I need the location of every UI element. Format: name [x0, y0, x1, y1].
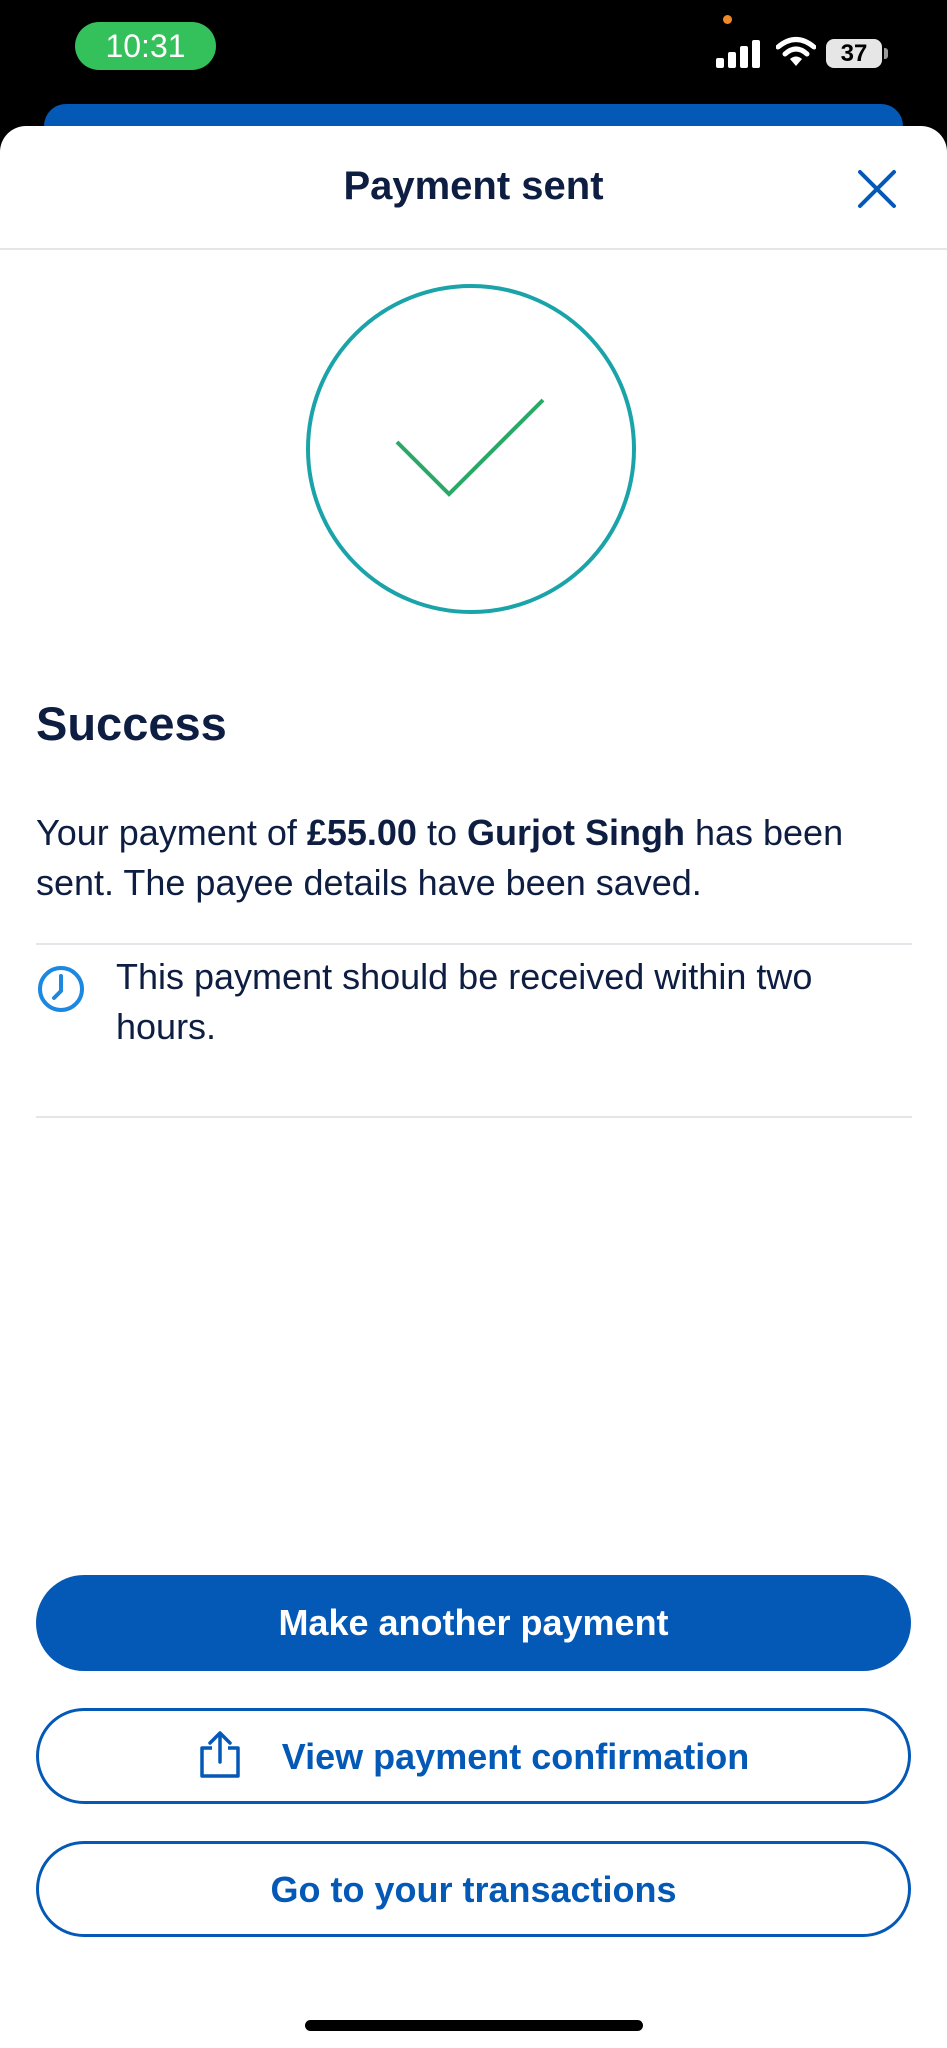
go-to-transactions-button[interactable]: Go to your transactions	[36, 1841, 911, 1937]
divider	[36, 1116, 912, 1118]
delivery-info-text: This payment should be received within t…	[116, 956, 813, 1047]
view-payment-confirmation-button[interactable]: View payment confirmation	[36, 1708, 911, 1804]
signal-icon	[716, 40, 760, 68]
payment-sent-sheet: Payment sent Success Your payment of £55…	[0, 126, 947, 2048]
close-icon[interactable]	[852, 164, 902, 214]
checkmark-icon	[306, 284, 636, 614]
privacy-indicator-dot	[723, 15, 732, 24]
home-indicator[interactable]	[305, 2020, 643, 2031]
divider	[36, 943, 912, 945]
payment-message: Your payment of £55.00 to Gurjot Singh h…	[36, 808, 906, 908]
make-another-payment-label: Make another payment	[278, 1602, 669, 1643]
make-another-payment-button[interactable]: Make another payment	[36, 1575, 911, 1671]
delivery-info: This payment should be received within t…	[36, 948, 912, 1066]
go-to-transactions-label: Go to your transactions	[270, 1869, 677, 1910]
message-middle: to	[416, 812, 467, 853]
status-bar: 10:31 37	[0, 0, 947, 144]
status-time: 10:31	[75, 22, 216, 70]
sheet-header: Payment sent	[0, 126, 947, 250]
clock-icon	[38, 966, 84, 1012]
wifi-icon	[776, 37, 816, 66]
success-heading: Success	[36, 697, 227, 750]
page-title: Payment sent	[343, 164, 604, 208]
battery-icon: 37	[826, 39, 882, 68]
view-payment-confirmation-label: View payment confirmation	[281, 1736, 750, 1777]
message-prefix: Your payment of	[36, 812, 307, 853]
share-icon	[200, 1731, 240, 1778]
payee-name: Gurjot Singh	[466, 812, 685, 853]
payment-amount: £55.00	[306, 812, 417, 853]
battery-tip	[884, 48, 888, 59]
